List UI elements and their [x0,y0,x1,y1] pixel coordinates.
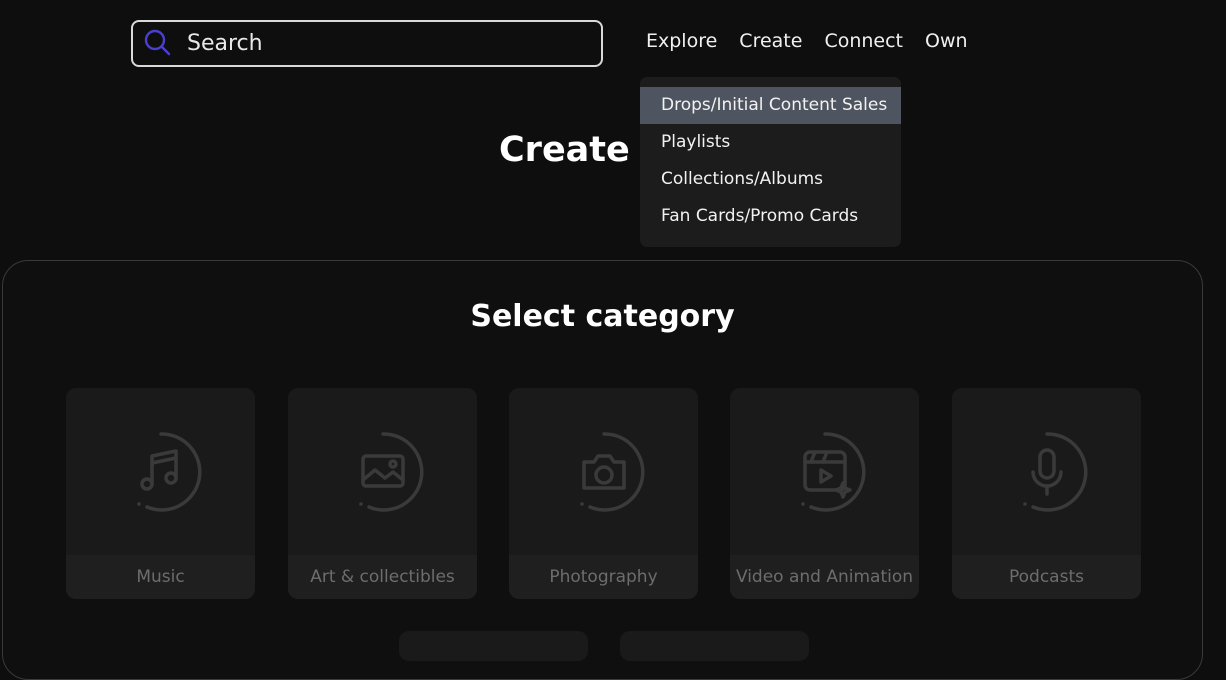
camera-icon [562,430,646,514]
category-label: Music [66,555,255,599]
category-title: Select category [470,299,735,334]
menu-item-drops[interactable]: Drops/Initial Content Sales [640,87,901,124]
top-nav: Explore Create Connect Own [646,30,968,52]
category-card-photography[interactable]: Photography [509,388,698,599]
category-label: Podcasts [952,555,1141,599]
image-icon [341,430,425,514]
menu-item-fan-cards[interactable]: Fan Cards/Promo Cards [640,198,901,235]
nav-own[interactable]: Own [925,30,968,52]
search-icon [143,28,171,60]
nav-explore[interactable]: Explore [646,30,717,52]
menu-item-playlists[interactable]: Playlists [640,124,901,161]
create-dropdown-menu: Drops/Initial Content Sales Playlists Co… [640,77,901,247]
category-card-art[interactable]: Art & collectibles [288,388,477,599]
search-box[interactable] [131,20,603,67]
nav-connect[interactable]: Connect [824,30,903,52]
category-card-partial[interactable] [620,631,809,661]
search-input[interactable] [185,30,565,57]
category-label: Photography [509,555,698,599]
category-card-video[interactable]: Video and Animation [730,388,919,599]
microphone-icon [1005,430,1089,514]
category-label: Video and Animation [730,555,919,599]
category-card-partial[interactable] [399,631,588,661]
category-label: Art & collectibles [288,555,477,599]
nav-create[interactable]: Create [739,30,802,52]
video-icon [783,430,867,514]
category-card-music[interactable]: Music [66,388,255,599]
category-panel: Select category Music Art & collectibles… [2,260,1203,680]
category-card-podcasts[interactable]: Podcasts [952,388,1141,599]
menu-item-collections[interactable]: Collections/Albums [640,161,901,198]
music-note-icon [119,430,203,514]
